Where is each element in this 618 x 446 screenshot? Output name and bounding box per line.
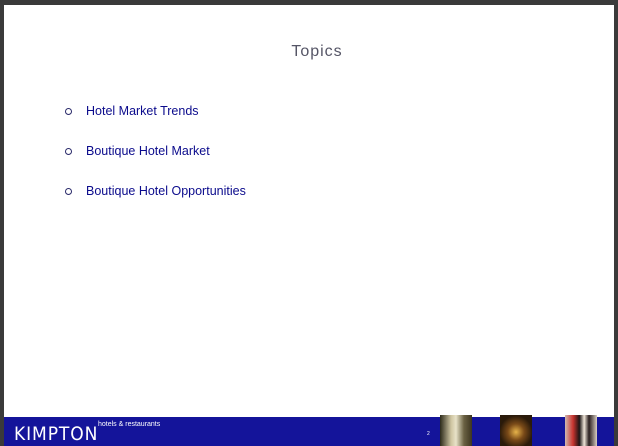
room-photo-thumbnail <box>565 415 597 446</box>
bar-photo-thumbnail <box>500 415 532 446</box>
topic-list: Hotel Market Trends Boutique Hotel Marke… <box>65 101 246 221</box>
window-right-border <box>614 0 618 446</box>
topic-label: Boutique Hotel Opportunities <box>86 184 246 198</box>
slide-footer: KIMPTON hotels & restaurants 2 <box>4 415 614 446</box>
bullet-circle-icon <box>65 107 72 115</box>
topic-label: Hotel Market Trends <box>86 104 199 118</box>
slide-canvas: Topics Hotel Market Trends Boutique Hote… <box>4 5 614 441</box>
bullet-circle-icon <box>65 147 72 155</box>
page-number: 2 <box>427 431 430 437</box>
list-item: Boutique Hotel Opportunities <box>65 181 246 201</box>
list-item: Boutique Hotel Market <box>65 141 246 161</box>
logo-subtext: hotels & restaurants <box>98 421 161 428</box>
kimpton-logo: KIMPTON <box>14 423 99 445</box>
slide-title: Topics <box>291 43 343 60</box>
topic-label: Boutique Hotel Market <box>86 144 210 158</box>
list-item: Hotel Market Trends <box>65 101 246 121</box>
bullet-circle-icon <box>65 187 72 195</box>
lobby-photo-thumbnail <box>440 415 472 446</box>
